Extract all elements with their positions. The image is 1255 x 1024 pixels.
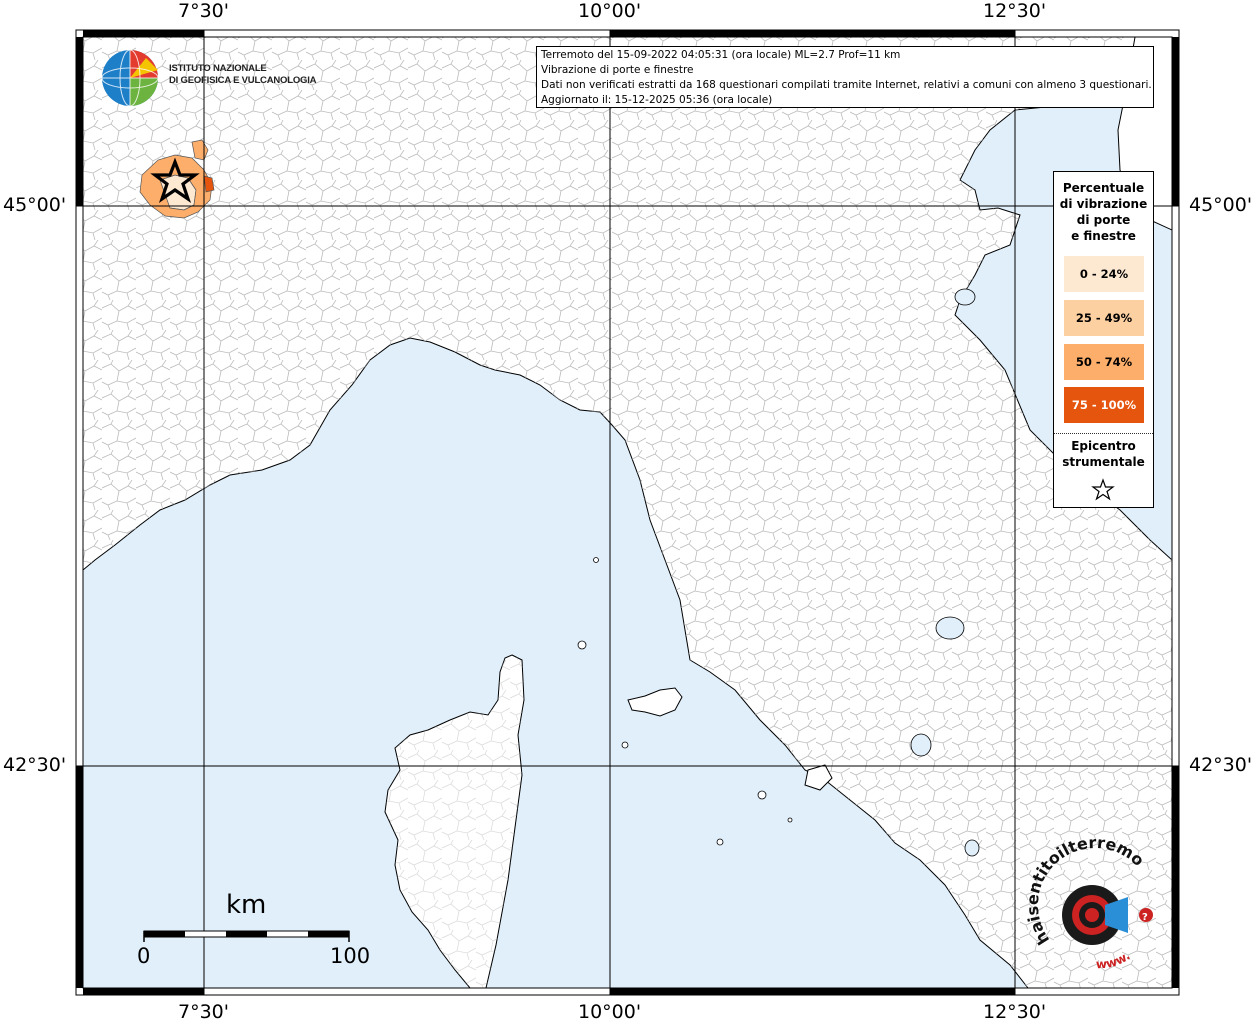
legend-epicenter-line: Epicentro	[1071, 439, 1136, 453]
lake-bolsena	[910, 733, 932, 757]
lon-tick-top: 12°30'	[983, 0, 1047, 22]
lat-tick-right: 45°00'	[1189, 194, 1253, 216]
legend-title: Percentuale di vibrazione di porte e fin…	[1054, 180, 1153, 244]
island-giannutri	[787, 817, 793, 823]
lon-tick-top: 7°30'	[178, 0, 229, 22]
lon-tick-bottom: 10°00'	[578, 1001, 642, 1023]
legend-class-0: 0 - 24%	[1064, 256, 1144, 292]
island-gorgona	[593, 557, 599, 563]
legend-epicenter-label: Epicentro strumentale	[1054, 438, 1153, 470]
lon-tick-bottom: 12°30'	[983, 1001, 1047, 1023]
legend-title-line: e finestre	[1071, 229, 1136, 243]
ingv-logo-text: ISTITUTO NAZIONALE DI GEOFISICA E VULCAN…	[169, 63, 317, 87]
info-event: Terremoto del 15-09-2022 04:05:31 (ora l…	[541, 49, 901, 61]
info-source: Dati non verificati estratti da 168 ques…	[541, 79, 1152, 91]
ingv-logo-icon	[101, 49, 159, 107]
legend-title-line: Percentuale	[1062, 181, 1145, 195]
lon-tick-top: 10°00'	[578, 0, 642, 22]
lake-trasimeno	[935, 616, 965, 640]
island-pianosa	[621, 741, 629, 749]
island-capraia	[577, 640, 587, 650]
scale-max: 100	[330, 944, 371, 968]
ingv-line2: DI GEOFISICA E VULCANOLOGIA	[169, 75, 317, 86]
island-montecristo	[716, 838, 724, 846]
legend-epicenter-line: strumentale	[1062, 455, 1145, 469]
legend-class-2: 50 - 74%	[1064, 344, 1144, 380]
island-giglio	[757, 790, 767, 800]
lake-comacchio	[954, 288, 976, 306]
legend-separator	[1054, 433, 1153, 434]
scale-title: km	[226, 890, 267, 920]
legend-class-3: 75 - 100%	[1064, 387, 1144, 423]
svg-text:?: ?	[1142, 912, 1148, 923]
lat-tick-left: 45°00'	[3, 194, 67, 216]
map: ? haisentitoilterremoto.it www.	[0, 0, 1180, 996]
scale-min: 0	[137, 944, 151, 968]
lat-tick-left: 42°30'	[3, 754, 67, 776]
info-updated: Aggiornato il: 15-12-2025 05:36 (ora loc…	[541, 94, 773, 106]
lake-bracciano	[964, 839, 980, 857]
ingv-line1: ISTITUTO NAZIONALE	[169, 63, 267, 74]
legend-class-1: 25 - 49%	[1064, 300, 1144, 336]
legend-title-line: di vibrazione	[1059, 197, 1148, 211]
legend-title-line: di porte	[1076, 213, 1131, 227]
lon-tick-bottom: 7°30'	[178, 1001, 229, 1023]
lat-tick-right: 42°30'	[1189, 754, 1253, 776]
legend: Percentuale di vibrazione di porte e fin…	[1053, 171, 1154, 508]
info-title: Vibrazione di porte e finestre	[541, 64, 694, 76]
info-box: Terremoto del 15-09-2022 04:05:31 (ora l…	[536, 46, 1154, 108]
legend-star-icon	[1091, 478, 1115, 501]
